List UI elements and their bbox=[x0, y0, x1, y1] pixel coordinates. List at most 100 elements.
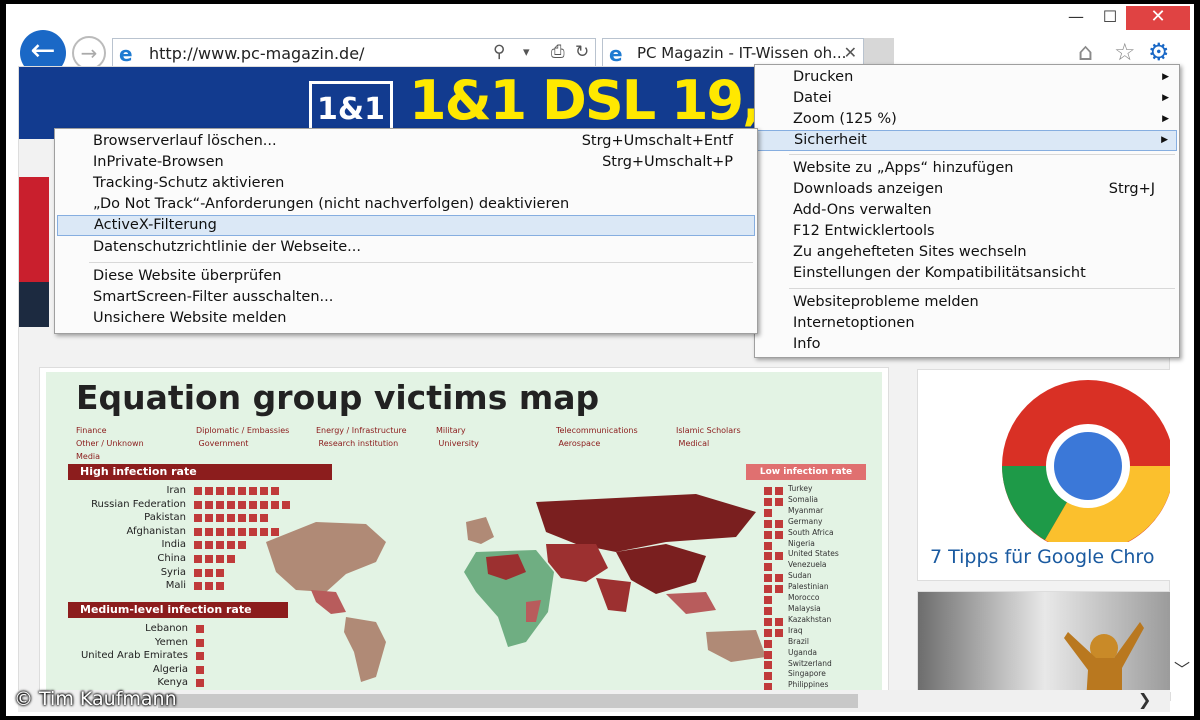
menu-item-print[interactable]: Drucken ▶ bbox=[757, 67, 1177, 88]
infection-marker-icon bbox=[216, 568, 224, 577]
country-label: Morocco bbox=[788, 593, 820, 603]
infection-marker-icon bbox=[205, 555, 213, 563]
infection-marker-icon bbox=[238, 487, 246, 495]
menu-item-inprivate[interactable]: InPrivate-Browsen Strg+Umschalt+P bbox=[57, 152, 755, 173]
chrome-article-caption[interactable]: 7 Tipps für Google Chro bbox=[930, 546, 1154, 568]
gear-icon[interactable]: ⚙ bbox=[1148, 38, 1170, 66]
submenu-arrow-icon: ▶ bbox=[1162, 114, 1169, 124]
infection-marker-icon bbox=[775, 497, 783, 506]
infection-marker-icon bbox=[260, 514, 268, 523]
menu-item-delete-history[interactable]: Browserverlauf löschen... Strg+Umschalt+E… bbox=[57, 131, 755, 152]
infection-marker-icon bbox=[216, 541, 224, 550]
submenu-arrow-icon: ▶ bbox=[1162, 93, 1169, 103]
search-icon[interactable]: ⚲ bbox=[493, 42, 505, 62]
menu-item-smartscreen[interactable]: SmartScreen-Filter ausschalten... bbox=[57, 287, 755, 308]
menu-item-devtools[interactable]: F12 Entwicklertools bbox=[757, 221, 1177, 242]
country-label: Iran bbox=[166, 485, 186, 496]
menu-item-compat-settings[interactable]: Einstellungen der Kompatibilitätsansicht bbox=[757, 263, 1177, 284]
menu-item-downloads[interactable]: Downloads anzeigen Strg+J bbox=[757, 179, 1177, 200]
menu-item-privacy-policy[interactable]: Datenschutzrichtlinie der Webseite... bbox=[57, 237, 755, 258]
infection-marker-icon bbox=[205, 514, 213, 523]
country-label: Somalia bbox=[788, 494, 819, 504]
menu-item-do-not-track[interactable]: „Do Not Track“-Anforderungen (nicht nach… bbox=[57, 194, 755, 215]
infection-marker-icon bbox=[249, 500, 257, 509]
infection-marker-icon bbox=[196, 665, 204, 674]
photo-article-card[interactable] bbox=[917, 591, 1171, 701]
menu-separator bbox=[789, 288, 1175, 289]
menu-item-add-to-apps[interactable]: Website zu „Apps“ hinzufügen bbox=[757, 158, 1177, 179]
menu-item-check-website[interactable]: Diese Website überprüfen bbox=[57, 266, 755, 287]
infection-marker-icon bbox=[764, 497, 772, 506]
legend-item: Other / Unknown bbox=[76, 439, 144, 448]
horizontal-scrollbar[interactable]: ❯ bbox=[18, 690, 1170, 712]
infection-marker-icon bbox=[216, 527, 224, 536]
legend-item: University bbox=[438, 439, 479, 448]
infection-marker-icon bbox=[764, 672, 772, 681]
infection-marker-icon bbox=[205, 527, 213, 536]
infection-marker-icon bbox=[194, 541, 202, 550]
maximize-button[interactable]: ☐ bbox=[1094, 6, 1126, 30]
country-label: Yemen bbox=[154, 636, 188, 648]
country-label: Brazil bbox=[788, 636, 809, 646]
menu-item-report-problems[interactable]: Websiteprobleme melden bbox=[757, 292, 1177, 313]
menu-item-activex-filtering[interactable]: ActiveX-Filterung bbox=[57, 215, 755, 236]
infection-marker-icon bbox=[282, 500, 290, 509]
infection-marker-icon bbox=[194, 487, 202, 495]
legend-item: Finance bbox=[76, 426, 107, 435]
infection-marker-icon bbox=[194, 568, 202, 577]
infection-marker-icon bbox=[764, 519, 772, 528]
shortcut-label: Strg+Umschalt+P bbox=[602, 154, 733, 170]
favorites-icon[interactable]: ☆ bbox=[1114, 38, 1136, 66]
infection-marker-icon bbox=[764, 541, 772, 550]
address-bar[interactable]: e http://www.pc-magazin.de/ ⚲ ▾ ⎙ ↻ bbox=[112, 38, 596, 68]
chrome-article-card[interactable]: 7 Tipps für Google Chro bbox=[917, 369, 1171, 581]
url-text[interactable]: http://www.pc-magazin.de/ bbox=[149, 44, 364, 63]
country-label: Myanmar bbox=[788, 505, 824, 515]
infection-marker-icon bbox=[271, 500, 279, 509]
refresh-icon[interactable]: ↻ bbox=[575, 42, 589, 62]
infection-marker-icon bbox=[249, 514, 257, 523]
infection-marker-icon bbox=[775, 617, 783, 626]
ie-icon: e bbox=[119, 42, 133, 66]
menu-item-addons[interactable]: Add-Ons verwalten bbox=[757, 200, 1177, 221]
compatibility-icon[interactable]: ⎙ bbox=[551, 42, 565, 62]
infection-marker-icon bbox=[194, 527, 202, 536]
country-label: Palestinian bbox=[788, 582, 829, 592]
country-label: Afghanistan bbox=[126, 525, 186, 537]
menu-item-about[interactable]: Info bbox=[757, 334, 1177, 355]
menu-item-file[interactable]: Datei ▶ bbox=[757, 88, 1177, 109]
infection-marker-icon bbox=[764, 606, 772, 615]
menu-item-security[interactable]: Sicherheit ▶ bbox=[757, 130, 1177, 151]
country-label: Uganda bbox=[788, 647, 817, 657]
infection-marker-icon bbox=[764, 596, 772, 604]
chevron-down-icon[interactable]: ▾ bbox=[523, 45, 530, 60]
home-icon[interactable]: ⌂ bbox=[1078, 38, 1093, 66]
country-label: India bbox=[161, 539, 186, 551]
infection-marker-icon bbox=[775, 487, 783, 495]
menu-item-tracking-protection[interactable]: Tracking-Schutz aktivieren bbox=[57, 173, 755, 194]
infection-marker-icon bbox=[238, 541, 246, 550]
article-image-card[interactable]: Equation group victims map Finance Diplom… bbox=[39, 367, 889, 697]
minimize-button[interactable]: — bbox=[1058, 6, 1094, 30]
menu-item-zoom[interactable]: Zoom (125 %) ▶ bbox=[757, 109, 1177, 130]
scrollbar-thumb[interactable] bbox=[158, 694, 858, 708]
menu-item-report-unsafe[interactable]: Unsichere Website melden bbox=[57, 308, 755, 329]
victims-map-image: Equation group victims map Finance Diplom… bbox=[46, 372, 882, 694]
teaser-photo bbox=[918, 592, 1170, 700]
scroll-down-icon[interactable]: ﹀ bbox=[1174, 656, 1190, 680]
forward-button[interactable]: → bbox=[72, 36, 106, 70]
world-map-graphic bbox=[266, 494, 766, 682]
scroll-right-icon[interactable]: ❯ bbox=[1138, 690, 1151, 709]
infection-marker-icon bbox=[764, 552, 772, 561]
infection-marker-icon bbox=[764, 563, 772, 572]
country-label: Singapore bbox=[788, 669, 826, 679]
close-tab-icon[interactable]: ✕ bbox=[844, 43, 857, 62]
close-button[interactable]: ✕ bbox=[1126, 6, 1190, 30]
infection-marker-icon bbox=[238, 527, 246, 536]
country-label: Sudan bbox=[788, 571, 812, 581]
menu-item-internet-options[interactable]: Internetoptionen bbox=[757, 313, 1177, 334]
infection-marker-icon bbox=[260, 500, 268, 509]
menu-item-pinned-sites[interactable]: Zu angehefteten Sites wechseln bbox=[757, 242, 1177, 263]
infection-marker-icon bbox=[194, 500, 202, 509]
country-label: Kazakhstan bbox=[788, 614, 832, 624]
